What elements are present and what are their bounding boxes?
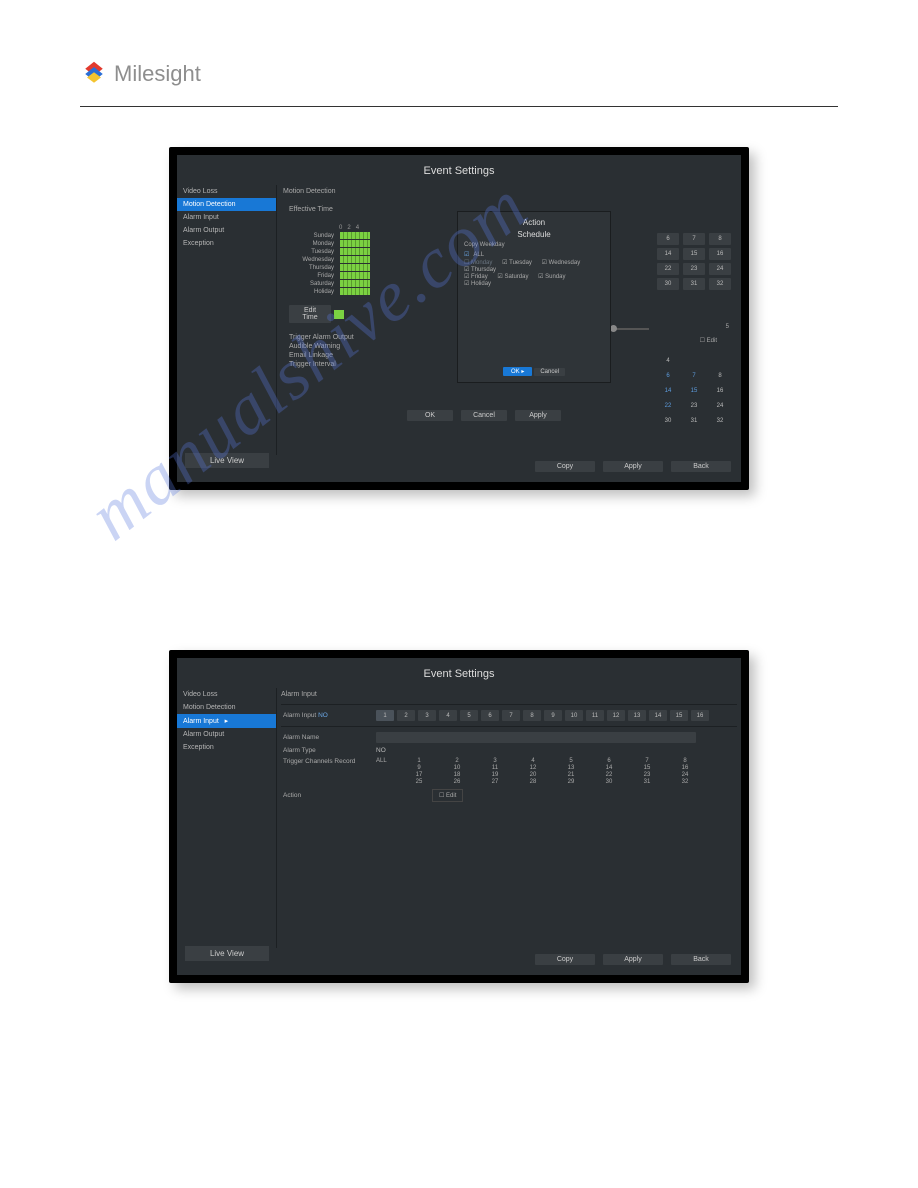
schedule-bar[interactable] [340, 256, 370, 263]
section-header: Motion Detection [283, 185, 735, 198]
app-title: Event Settings [177, 658, 741, 688]
back-button[interactable]: Back [671, 954, 731, 965]
alarm-type-label: Alarm Type [281, 747, 376, 754]
trigger-channels-label: Trigger Channels Record [281, 758, 376, 765]
alarm-name-input[interactable] [376, 732, 696, 743]
apply-button[interactable]: Apply [603, 461, 663, 472]
all-label[interactable]: ALL [376, 758, 404, 764]
back-button[interactable]: Back [671, 461, 731, 472]
sidebar-item-alarm-output[interactable]: Alarm Output [177, 728, 276, 741]
effective-time-label: Effective Time [283, 206, 343, 213]
alarm-type-value[interactable]: NO [376, 747, 386, 754]
sidebar-item-motion-detection[interactable]: Motion Detection [177, 701, 276, 714]
dialog-action-title: Action [464, 218, 604, 227]
schedule-bar[interactable] [340, 248, 370, 255]
dialog-ok-button[interactable]: OK ▸ [503, 367, 532, 376]
schedule-bar[interactable] [340, 272, 370, 279]
app-title: Event Settings [177, 155, 741, 185]
brand-name: Milesight [114, 61, 201, 87]
channel-grid-bottom: 4 678 141516 222324 303132 [657, 355, 731, 430]
edit-time-button[interactable]: Edit Time [289, 305, 331, 323]
action-label: Action [281, 792, 376, 799]
sidebar-item-alarm-output[interactable]: Alarm Output [177, 224, 276, 237]
sensitivity-value: 5 [726, 324, 729, 330]
all-checkbox[interactable]: ALL [473, 252, 484, 258]
copy-button[interactable]: Copy [535, 954, 595, 965]
main-panel: Alarm Input Alarm Input NO 1 2 3 4 5 6 7 [277, 688, 741, 948]
sensitivity-slider-thumb[interactable] [610, 325, 617, 332]
channel-grid-top: 678 141516 222324 303132 [657, 233, 731, 293]
apply-button[interactable]: Apply [515, 410, 561, 421]
dialog-cancel-button[interactable]: Cancel [534, 368, 565, 376]
copy-weekday-label: Copy Weekday [464, 242, 604, 248]
alarm-name-label: Alarm Name [281, 734, 376, 741]
schedule-dialog: Action Schedule Copy Weekday ☑ALL ☐ Mond… [457, 211, 611, 383]
section-header: Alarm Input [281, 688, 737, 701]
cancel-button[interactable]: Cancel [461, 410, 507, 421]
alarm-input-selector: 1 2 3 4 5 6 7 8 9 10 11 12 13 [376, 710, 709, 721]
doc-header: Milesight [80, 60, 838, 107]
screenshot-1: Event Settings Video Loss Motion Detecti… [169, 147, 749, 490]
schedule-bar[interactable] [340, 240, 370, 247]
edit-link[interactable]: ☐ Edit [700, 337, 717, 344]
brand-logo: Milesight [80, 60, 201, 88]
sidebar-item-video-loss[interactable]: Video Loss [177, 185, 276, 198]
schedule-color-indicator [334, 310, 344, 319]
schedule-bar[interactable] [340, 232, 370, 239]
sidebar-item-exception[interactable]: Exception [177, 741, 276, 754]
sidebar: Video Loss Motion Detection Alarm Input … [177, 185, 277, 455]
live-view-button[interactable]: Live View [185, 453, 269, 468]
schedule-bar[interactable] [340, 264, 370, 271]
live-view-button[interactable]: Live View [185, 946, 269, 961]
edit-button[interactable]: ☐ Edit [432, 789, 463, 802]
sidebar-item-alarm-input[interactable]: Alarm Input ▸ [177, 714, 276, 728]
channel-grid: 12345678 910111213141516 171819202122232… [404, 758, 700, 785]
dialog-schedule-title: Schedule [464, 230, 604, 239]
schedule-bar[interactable] [340, 288, 370, 295]
main-panel: Motion Detection Effective Time 0 2 4 Su… [277, 185, 741, 455]
sidebar-item-motion-detection[interactable]: Motion Detection [177, 198, 276, 211]
schedule-bar[interactable] [340, 280, 370, 287]
apply-button[interactable]: Apply [603, 954, 663, 965]
sidebar-item-exception[interactable]: Exception [177, 237, 276, 250]
sidebar-item-video-loss[interactable]: Video Loss [177, 688, 276, 701]
milesight-logo-icon [80, 60, 108, 88]
copy-button[interactable]: Copy [535, 461, 595, 472]
sidebar-item-alarm-input[interactable]: Alarm Input [177, 211, 276, 224]
sidebar: Video Loss Motion Detection Alarm Input … [177, 688, 277, 948]
ok-button[interactable]: OK [407, 410, 453, 421]
screenshot-2: Event Settings Video Loss Motion Detecti… [169, 650, 749, 983]
